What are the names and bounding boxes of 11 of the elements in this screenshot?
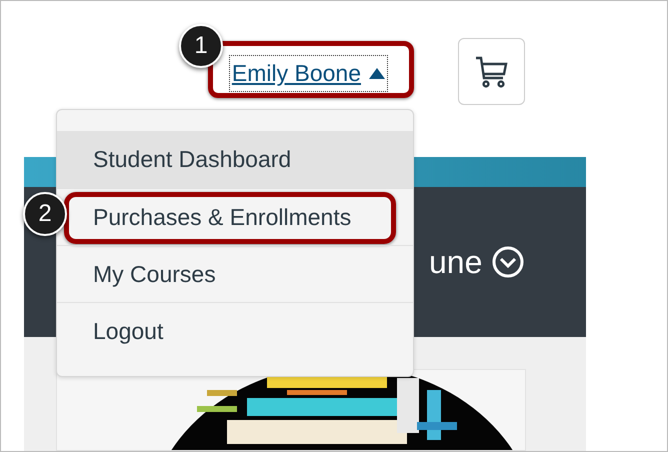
menu-item[interactable]: My Courses bbox=[57, 245, 413, 302]
course-title: une bbox=[429, 243, 482, 282]
cart-icon bbox=[474, 56, 508, 88]
menu-item[interactable]: Logout bbox=[57, 302, 413, 359]
menu-item[interactable]: Student Dashboard bbox=[57, 131, 413, 188]
menu-item[interactable]: Purchases & Enrollments bbox=[57, 188, 413, 245]
chevron-circle-icon bbox=[492, 246, 524, 278]
caret-icon bbox=[369, 67, 385, 80]
user-menu-link[interactable]: Emily Boone bbox=[228, 55, 388, 92]
step-badge: 1 bbox=[179, 24, 223, 68]
cart-button[interactable] bbox=[458, 38, 525, 105]
